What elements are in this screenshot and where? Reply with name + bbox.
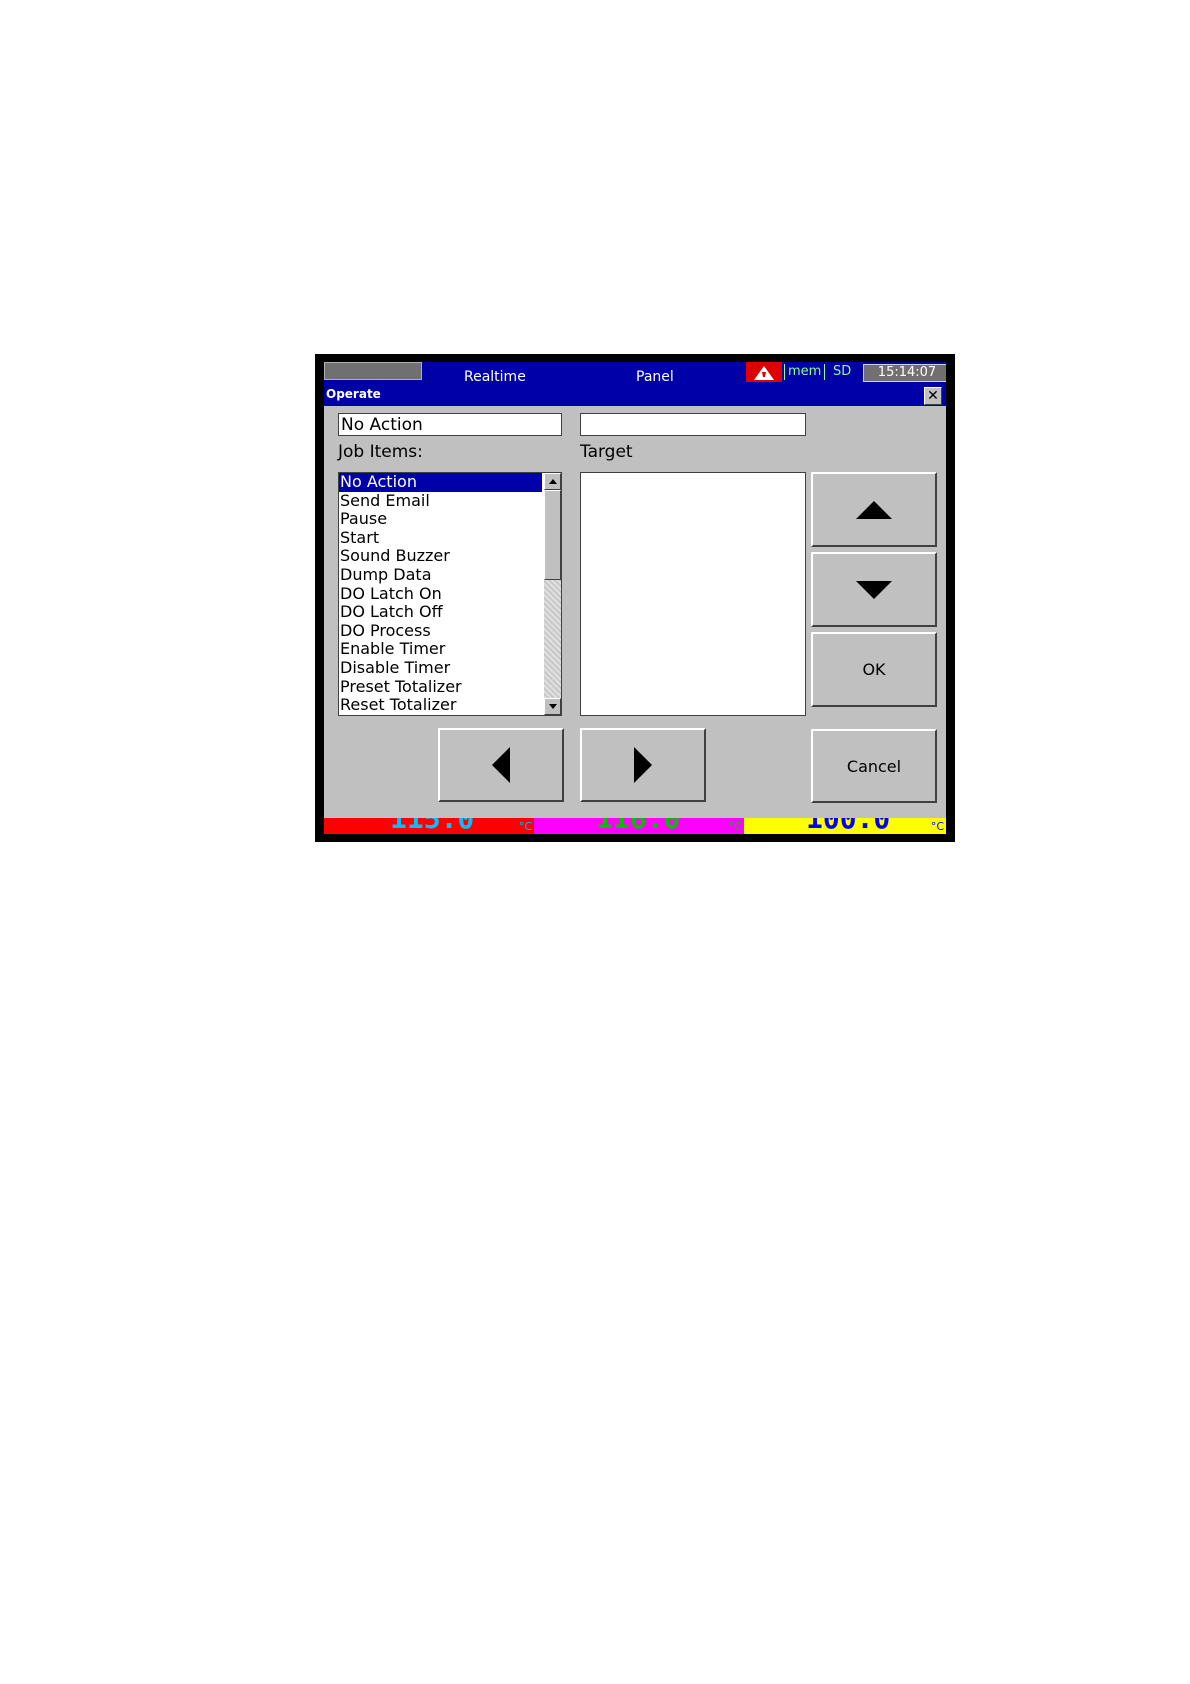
job-item[interactable]: DO Process (339, 621, 542, 641)
channel-1-value: 115.0 (390, 818, 474, 834)
job-item[interactable]: Send Email (339, 491, 542, 511)
dialog-title: Operate (326, 387, 381, 401)
job-item[interactable]: Dump Data (339, 565, 542, 585)
job-item[interactable]: Sound Buzzer (339, 547, 542, 566)
memory-status: mem (784, 364, 821, 380)
channel-bar: 115.0 °C 116.0 °C 100.0 °C (324, 818, 946, 834)
channel-1-unit: °C (518, 820, 532, 833)
dialog-title-bar: Operate ✕ (324, 384, 946, 406)
job-item[interactable]: DO Latch Off (339, 603, 542, 622)
list-scrollbar[interactable] (544, 473, 561, 715)
job-item[interactable]: Reset Totalizer (339, 696, 542, 715)
move-down-button[interactable] (811, 552, 937, 627)
screen-inner: Realtime Panel mem SD 15:14:07 Operate ✕… (324, 362, 946, 834)
remove-item-button[interactable] (438, 728, 564, 802)
channel-2-value: 116.0 (596, 818, 680, 834)
arrow-right-icon (634, 747, 652, 783)
tab-realtime[interactable]: Realtime (464, 369, 526, 384)
channel-3: 100.0 °C (744, 818, 946, 834)
channel-1: 115.0 °C (324, 818, 534, 834)
job-items-container: No Action Send Email Pause Start Sound Buzze… (339, 473, 561, 715)
channel-2-unit: °C (728, 820, 742, 833)
job-items-list[interactable]: No Action Send Email Pause Start Sound Buzze… (338, 472, 562, 716)
ok-button[interactable]: OK (811, 632, 937, 707)
arrow-left-icon (492, 747, 510, 783)
cancel-button[interactable]: Cancel (811, 729, 937, 803)
add-item-button[interactable] (580, 728, 706, 802)
scroll-down-icon (549, 704, 557, 709)
job-item[interactable]: DO Latch On (339, 584, 542, 604)
sd-status: SD (824, 364, 859, 380)
channel-3-value: 100.0 (806, 818, 890, 834)
scroll-up-icon (549, 479, 557, 484)
scroll-up-button[interactable] (544, 473, 561, 490)
move-up-button[interactable] (811, 472, 937, 547)
job-item[interactable]: Pause (339, 510, 542, 529)
arrow-down-icon (856, 580, 892, 599)
job-item[interactable]: Start (339, 528, 542, 548)
channel-3-unit: °C (930, 820, 944, 833)
job-item[interactable]: Preset Totalizer (339, 677, 542, 697)
clock: 15:14:07 (863, 364, 946, 382)
selected-action-field[interactable]: No Action (338, 413, 562, 436)
target-label: Target (580, 442, 633, 462)
job-item[interactable]: No Action (339, 473, 543, 493)
menu-tab[interactable] (324, 362, 422, 380)
alarm-status-icon (746, 362, 782, 382)
channel-2: 116.0 °C (534, 818, 744, 834)
arrow-up-icon (856, 500, 892, 519)
app-top-bar: Realtime Panel mem SD 15:14:07 (324, 362, 946, 384)
job-item[interactable]: Disable Timer (339, 658, 542, 678)
target-field[interactable] (580, 413, 806, 436)
target-list[interactable] (580, 472, 806, 716)
device-screen: Realtime Panel mem SD 15:14:07 Operate ✕… (315, 354, 955, 842)
close-button[interactable]: ✕ (924, 387, 942, 405)
scroll-thumb[interactable] (544, 490, 561, 580)
tab-panel[interactable]: Panel (636, 369, 674, 384)
scroll-down-button[interactable] (544, 698, 561, 715)
job-item[interactable]: Enable Timer (339, 640, 542, 659)
job-items-label: Job Items: (338, 442, 423, 462)
